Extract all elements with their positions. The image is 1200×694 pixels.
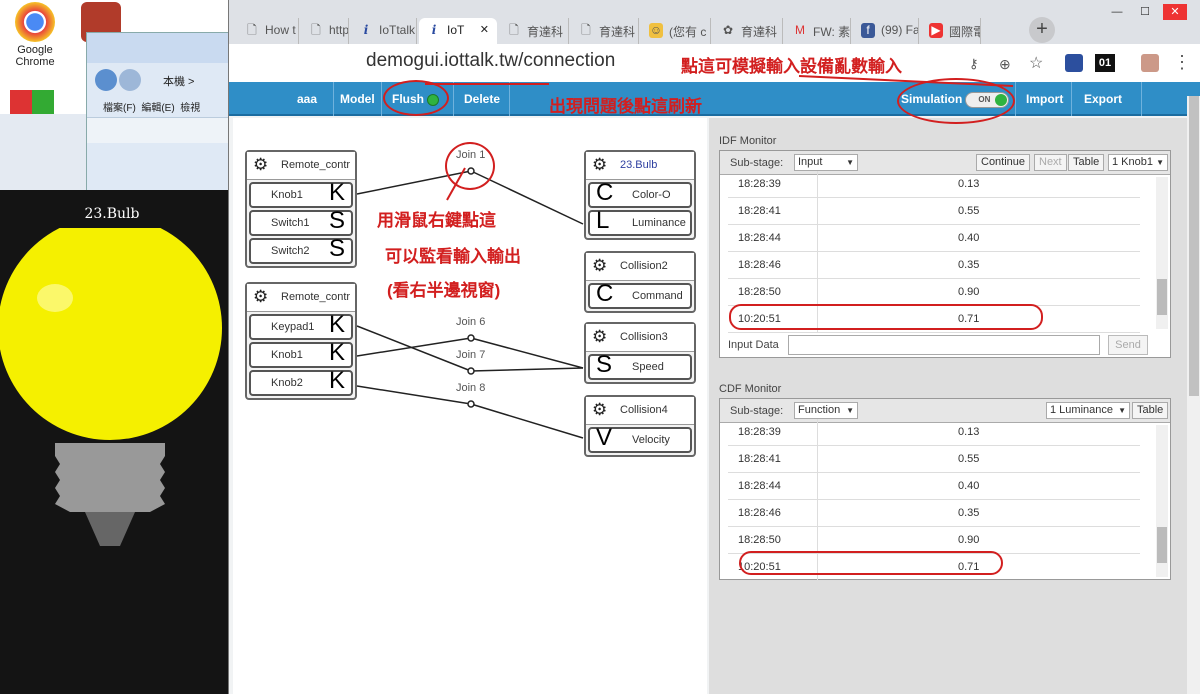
- bulb-illustration: [0, 228, 222, 546]
- explorer-menu[interactable]: 檔案(F) 編輯(E) 檢視: [103, 99, 200, 114]
- bulb-glass: [0, 228, 222, 440]
- app-icon[interactable]: [10, 90, 54, 114]
- browser-window: — ☐ ✕ 🗋How t🗋https:/iIoTtalkiIoT✕🗋育達科🗋育達…: [228, 0, 1200, 694]
- back-icon[interactable]: [95, 69, 117, 91]
- bulb-tip: [85, 512, 135, 546]
- chrome-icon-label: Google Chrome: [15, 44, 55, 68]
- chrome-icon: [15, 2, 55, 42]
- explorer-toolbar: [87, 117, 247, 143]
- explorer-window: 本機 > 檔案(F) 編輯(E) 檢視: [86, 32, 247, 192]
- bulb-base: [55, 443, 165, 512]
- taskbar-thumbnail: [0, 114, 90, 190]
- annotation-arrows: [425, 75, 1014, 201]
- explorer-path[interactable]: 本機 >: [163, 73, 194, 89]
- bulb-highlight: [37, 284, 73, 312]
- forward-icon[interactable]: [119, 69, 141, 91]
- bulb-title: 23.Bulb: [84, 206, 140, 222]
- chrome-desktop-icon[interactable]: Google Chrome: [0, 2, 70, 68]
- explorer-titlebar: [87, 33, 247, 63]
